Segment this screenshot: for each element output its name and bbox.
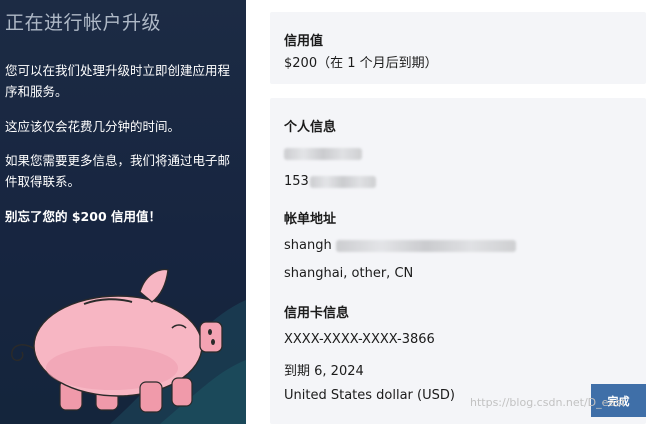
- redacted-address: [336, 240, 516, 252]
- watermark-text: https://blog.csdn.net/D_east: [470, 396, 626, 409]
- card-expiry: 到期 6, 2024: [284, 364, 364, 379]
- redacted-phone: [310, 176, 376, 188]
- sidebar-paragraph-create: 您可以在我们处理升级时立即创建应用程序和服务。: [5, 63, 231, 99]
- account-details-section: 个人信息 153 帐单地址 shangh shanghai, other, CN…: [270, 98, 646, 424]
- redacted-name: [284, 148, 362, 160]
- personal-info-label: 个人信息: [284, 120, 337, 135]
- card-number: XXXX-XXXX-XXXX-3866: [284, 332, 435, 347]
- sidebar-credit-reminder: 别忘了您的 $200 信用值！: [5, 209, 161, 224]
- card-currency: United States dollar (USD): [284, 388, 455, 403]
- card-info-label: 信用卡信息: [284, 306, 350, 321]
- phone-prefix: 153: [284, 174, 309, 189]
- credit-card-section: 信用值 $200（在 1 个月后到期）: [270, 12, 646, 84]
- sidebar-title: 正在进行帐户升级: [5, 12, 162, 34]
- billing-address-label: 帐单地址: [284, 212, 337, 227]
- credit-label: 信用值: [284, 34, 324, 49]
- piggy-bank-icon: [11, 268, 223, 413]
- upgrade-sidebar: 正在进行帐户升级 您可以在我们处理升级时立即创建应用程序和服务。 这应该仅会花费…: [0, 0, 246, 424]
- phone-number: 153: [284, 174, 309, 189]
- credit-value: $200（在 1 个月后到期）: [284, 56, 438, 71]
- billing-street-prefix: shangh: [284, 238, 332, 253]
- sidebar-paragraph-duration: 这应该仅会花费几分钟的时间。: [5, 119, 181, 134]
- sidebar-paragraph-contact: 如果您需要更多信息，我们将通过电子邮件取得联系。: [5, 153, 231, 189]
- billing-city-line: shanghai, other, CN: [284, 266, 414, 281]
